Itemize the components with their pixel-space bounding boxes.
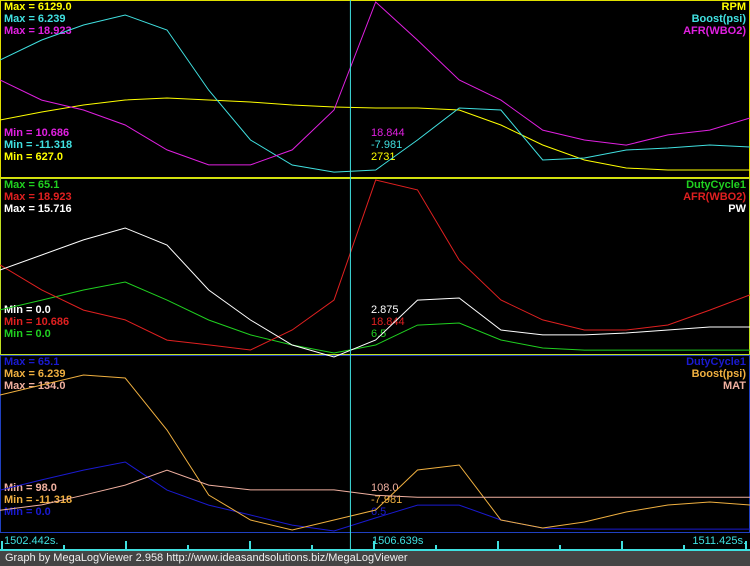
axis-cursor-label: 1506.639s — [372, 535, 424, 547]
series-line-rpm — [0, 97, 750, 171]
log-graph[interactable]: Max = 6129.0 Min = 627.0 RPM 2731 Max = 6.23… — [0, 0, 750, 566]
series-line-afr-wbo2- — [0, 1, 750, 166]
series-line-dutycycle1 — [0, 461, 750, 532]
series-line-dutycycle1 — [0, 281, 750, 354]
axis-end-label: 1511.425s. — [692, 535, 746, 547]
footer-credit: Graph by MegaLogViewer 2.958 http://www.… — [0, 551, 750, 566]
time-axis: 1502.442s. 1506.639s 1511.425s. — [0, 533, 750, 551]
series-line-boost-psi- — [0, 14, 750, 173]
plot-area[interactable] — [0, 0, 750, 551]
series-line-boost-psi- — [0, 374, 750, 531]
series-line-mat — [0, 469, 750, 511]
axis-start-label: 1502.442s. — [4, 535, 59, 547]
series-line-pw — [0, 227, 750, 358]
series-line-afr-wbo2- — [0, 179, 750, 351]
